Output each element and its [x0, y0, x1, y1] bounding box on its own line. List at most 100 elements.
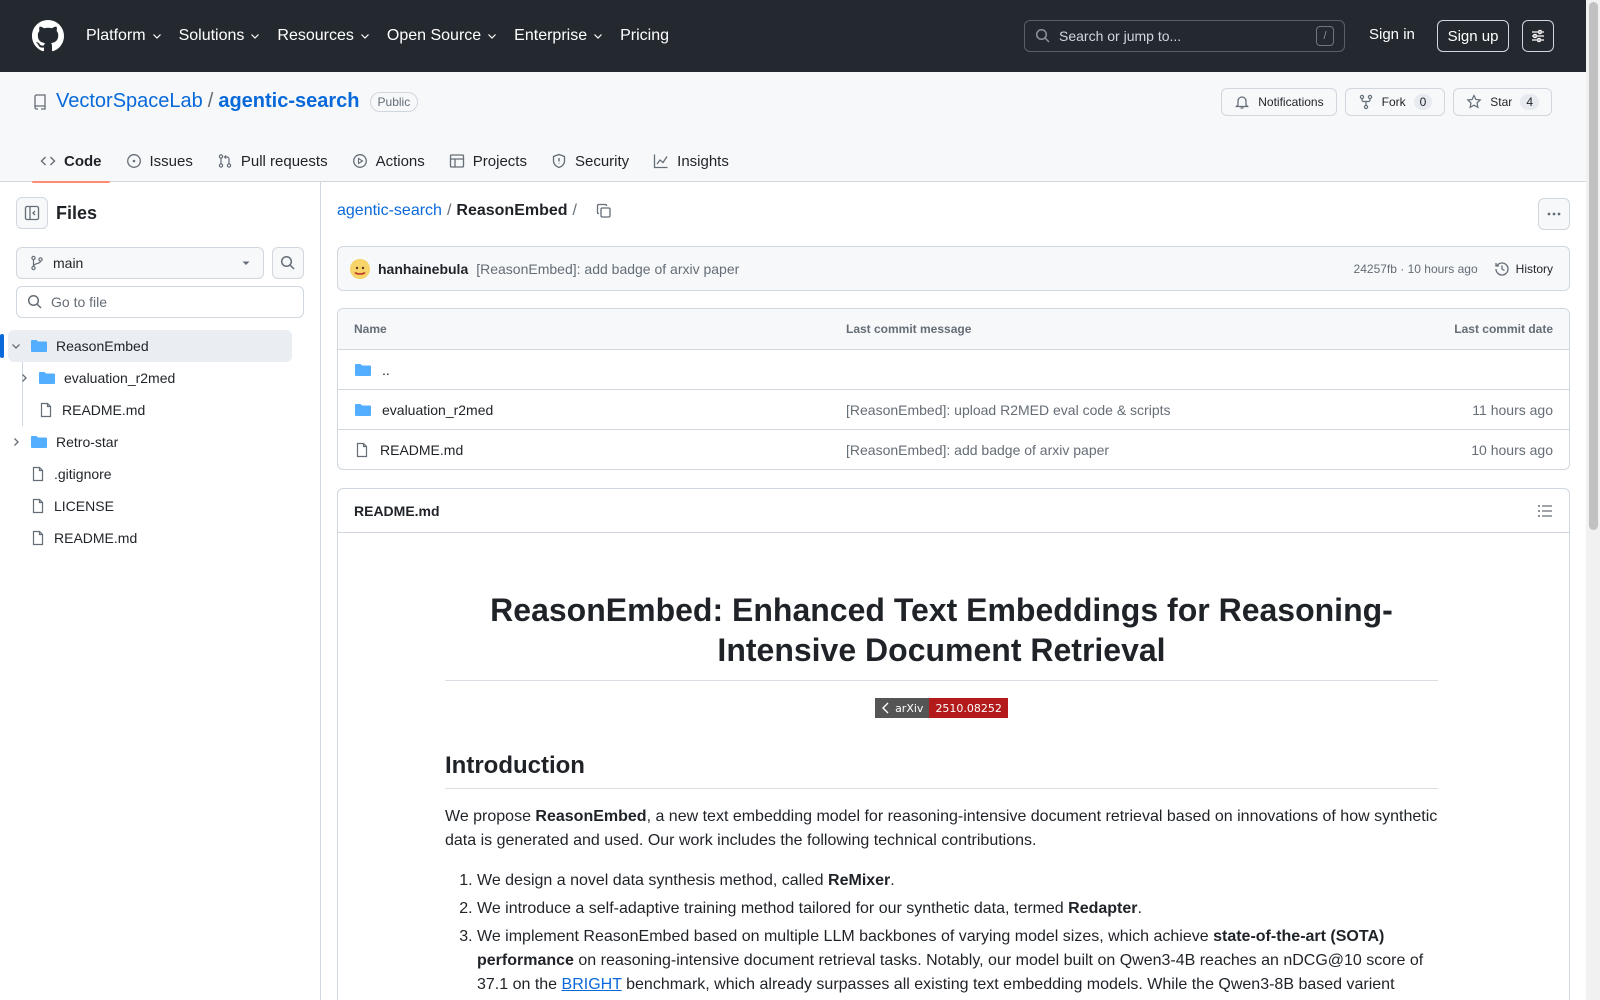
- sign-in-link[interactable]: Sign in: [1369, 26, 1415, 43]
- file-commit-date: 10 hours ago: [1471, 441, 1553, 458]
- commit-sha-time[interactable]: 24257fb · 10 hours ago: [1354, 262, 1478, 276]
- commit-message-link[interactable]: [ReasonEmbed]: add badge of arxiv paper: [476, 261, 1353, 277]
- badge-label: arXiv: [875, 698, 930, 718]
- nav-label: Pricing: [620, 27, 669, 44]
- settings-menu-button[interactable]: [1522, 20, 1554, 52]
- tree-item-evaluation-r2med[interactable]: evaluation_r2med: [8, 362, 292, 394]
- tree-item-readme-root[interactable]: README.md: [8, 522, 292, 554]
- text-run: We introduce a self-adaptive training me…: [477, 900, 1069, 917]
- tab-security[interactable]: Security: [543, 140, 637, 182]
- star-label: Star: [1490, 95, 1513, 109]
- list-item: We implement ReasonEmbed based on multip…: [477, 925, 1438, 997]
- issue-icon: [126, 154, 141, 168]
- list-item: We design a novel data synthesis method,…: [477, 869, 1438, 893]
- tree-item-retro-star[interactable]: Retro-star: [8, 426, 292, 458]
- repo-name-link[interactable]: agentic-search: [218, 90, 359, 113]
- chevron-down-icon: [488, 34, 497, 39]
- nav-pricing[interactable]: Pricing: [620, 27, 669, 45]
- tab-insights[interactable]: Insights: [645, 140, 737, 182]
- bright-link[interactable]: BRIGHT: [562, 976, 622, 993]
- more-options-button[interactable]: [1538, 198, 1570, 230]
- branch-icon: [31, 255, 43, 271]
- commit-author-link[interactable]: hanhainebula: [378, 261, 468, 277]
- tab-code[interactable]: Code: [32, 140, 110, 183]
- text-run: We propose: [445, 808, 536, 825]
- intro-paragraph: We propose ReasonEmbed, a new text embed…: [445, 805, 1438, 853]
- avatar[interactable]: [350, 258, 370, 279]
- tab-label: Projects: [472, 152, 527, 170]
- tree-item-readme-nested[interactable]: README.md: [8, 394, 292, 426]
- history-link[interactable]: History: [1494, 261, 1553, 277]
- caret-down-icon: [242, 261, 250, 265]
- chevron-down-icon: [152, 34, 161, 39]
- nav-label: Platform: [86, 27, 146, 44]
- badge-label-text: arXiv: [895, 701, 924, 715]
- search-placeholder: Search or jump to...: [1059, 28, 1182, 44]
- nav-label: Open Source: [386, 27, 482, 44]
- page-scrollbar[interactable]: [1586, 0, 1600, 1000]
- list-item: We introduce a self-adaptive training me…: [477, 897, 1438, 921]
- global-search-input[interactable]: Search or jump to... /: [1024, 20, 1345, 52]
- breadcrumb-root-link[interactable]: agentic-search: [337, 202, 442, 220]
- table-row[interactable]: README.md [ReasonEmbed]: add badge of ar…: [338, 429, 1569, 469]
- file-commit-date: 11 hours ago: [1472, 401, 1553, 418]
- readme-title: ReasonEmbed: Enhanced Text Embeddings fo…: [445, 590, 1438, 681]
- fork-icon: [1359, 94, 1372, 110]
- star-button[interactable]: Star 4: [1453, 88, 1552, 116]
- nav-solutions[interactable]: Solutions: [179, 27, 262, 45]
- table-row-parent-dir[interactable]: ..: [338, 349, 1569, 389]
- outline-list-icon[interactable]: [1537, 503, 1553, 519]
- tab-projects[interactable]: Projects: [441, 140, 535, 182]
- copy-path-icon[interactable]: [596, 203, 612, 219]
- chevron-right-icon[interactable]: [16, 372, 32, 384]
- tree-item-license[interactable]: LICENSE: [8, 490, 292, 522]
- column-header-date: Last commit date: [1454, 322, 1553, 336]
- file-name-link[interactable]: README.md: [380, 442, 463, 458]
- tab-actions[interactable]: Actions: [344, 140, 433, 182]
- tree-item-label: README.md: [54, 530, 138, 546]
- search-icon: [1035, 28, 1050, 43]
- chevron-down-icon[interactable]: [8, 340, 24, 352]
- folder-open-icon: [31, 340, 47, 352]
- nav-open-source[interactable]: Open Source: [387, 27, 498, 45]
- go-to-file-placeholder: Go to file: [51, 294, 108, 310]
- search-files-button[interactable]: [272, 247, 304, 279]
- scrollbar-thumb[interactable]: [1589, 2, 1598, 530]
- chevron-right-icon[interactable]: [8, 436, 24, 448]
- file-commit-message[interactable]: [ReasonEmbed]: add badge of arxiv paper: [846, 442, 1353, 458]
- breadcrumb-trailing-separator: /: [572, 202, 577, 219]
- file-name-link[interactable]: ..: [382, 362, 390, 378]
- repo-owner-link[interactable]: VectorSpaceLab: [56, 90, 203, 113]
- readme-filename: README.md: [354, 502, 440, 519]
- breadcrumb: agentic-search / ReasonEmbed /: [337, 202, 612, 220]
- table-row[interactable]: evaluation_r2med [ReasonEmbed]: upload R…: [338, 389, 1569, 429]
- tab-label: Insights: [677, 152, 729, 170]
- fork-button[interactable]: Fork 0: [1344, 88, 1446, 116]
- avatar-face-icon: [350, 258, 370, 279]
- nav-resources[interactable]: Resources: [277, 27, 370, 45]
- column-header-message: Last commit message: [846, 322, 972, 336]
- top-nav: Platform Solutions Resources Open Source…: [86, 0, 685, 72]
- collapse-sidebar-button[interactable]: [16, 197, 48, 229]
- tab-issues[interactable]: Issues: [118, 140, 201, 182]
- tree-item-gitignore[interactable]: .gitignore: [8, 458, 292, 490]
- tab-pull-requests[interactable]: Pull requests: [209, 140, 336, 182]
- github-logo-icon[interactable]: [32, 20, 64, 52]
- notifications-button[interactable]: Notifications: [1221, 88, 1337, 116]
- sign-up-button[interactable]: Sign up: [1437, 20, 1509, 52]
- sidebar-title: Files: [56, 202, 98, 223]
- main-content: agentic-search / ReasonEmbed / hanhaineb…: [322, 182, 1586, 1000]
- nav-platform[interactable]: Platform: [86, 27, 163, 45]
- branch-selector[interactable]: main: [16, 247, 264, 279]
- notifications-label: Notifications: [1258, 95, 1324, 109]
- file-icon: [32, 498, 44, 514]
- bell-icon: [1235, 96, 1250, 109]
- tree-item-reasonembed[interactable]: ReasonEmbed: [0, 330, 292, 362]
- arxiv-badge[interactable]: arXiv 2510.08252: [875, 698, 1008, 718]
- search-icon: [280, 255, 295, 270]
- file-commit-message[interactable]: [ReasonEmbed]: upload R2MED eval code & …: [846, 402, 1353, 418]
- readme-header: README.md: [338, 489, 1569, 533]
- go-to-file-input[interactable]: Go to file: [16, 286, 304, 318]
- nav-enterprise[interactable]: Enterprise: [514, 27, 604, 45]
- file-name-link[interactable]: evaluation_r2med: [382, 402, 493, 418]
